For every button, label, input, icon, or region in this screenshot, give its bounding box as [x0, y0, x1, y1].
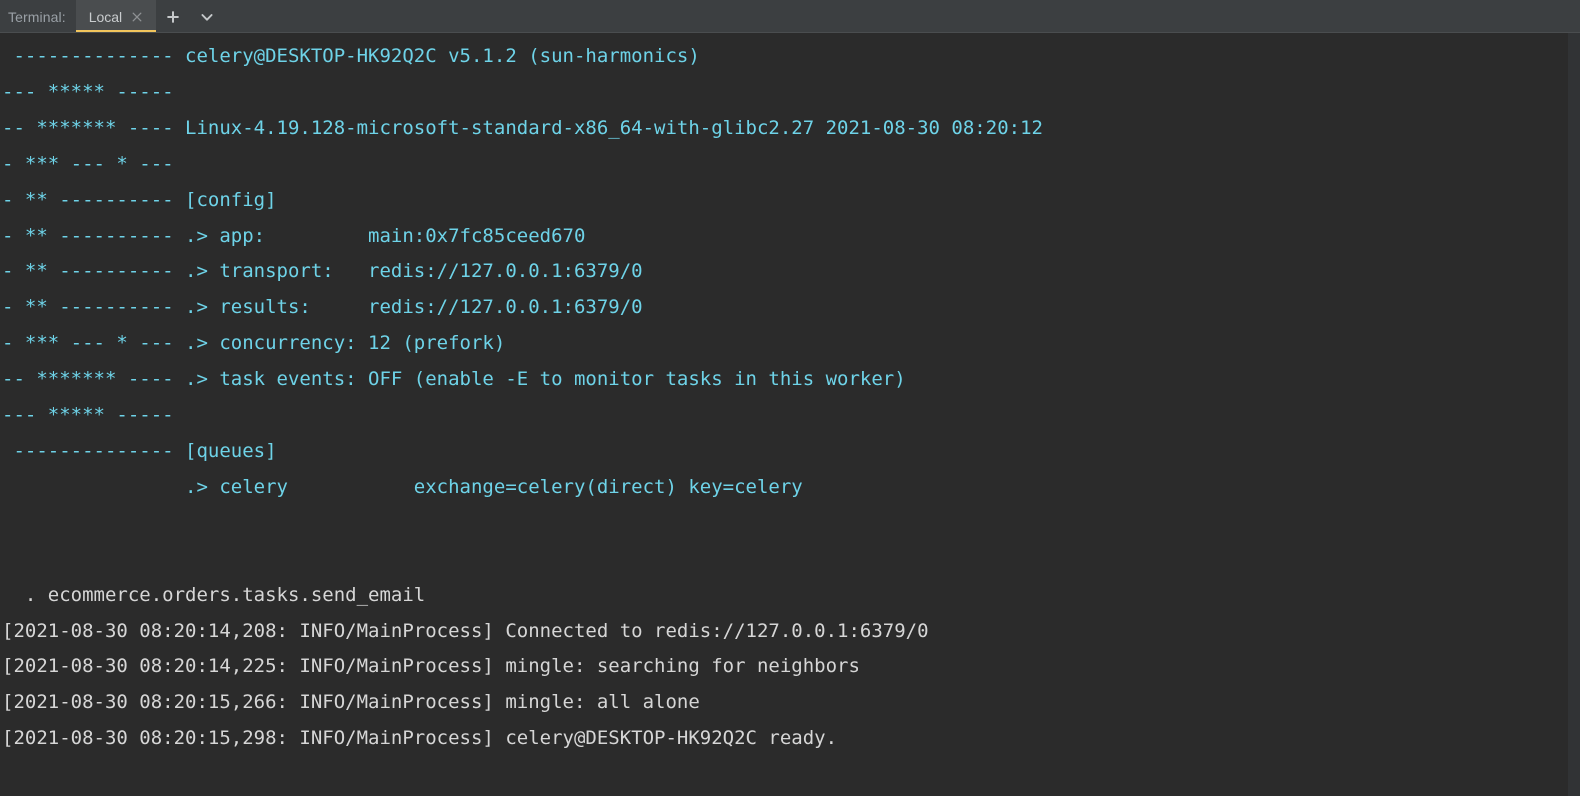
terminal-tab-local[interactable]: Local	[75, 0, 157, 33]
plus-icon	[165, 9, 181, 25]
terminal-line: [2021-08-30 08:20:14,208: INFO/MainProce…	[2, 619, 929, 642]
terminal-tool-window: Terminal: Local -------------- celery@DE…	[0, 0, 1580, 796]
terminal-line: [2021-08-30 08:20:14,225: INFO/MainProce…	[2, 655, 860, 678]
terminal-tab-label: Local	[88, 8, 123, 25]
terminal-line: .> celery exchange=celery(direct) key=ce…	[2, 475, 803, 498]
terminal-text-buffer[interactable]: -------------- celery@DESKTOP-HK92Q2C v5…	[0, 33, 1568, 757]
terminal-line: --- ***** -----	[2, 80, 174, 103]
terminal-tool-label: Terminal:	[8, 8, 66, 25]
terminal-header-bar: Terminal: Local	[0, 0, 1580, 33]
terminal-line: - ** ---------- [config]	[2, 188, 277, 211]
terminal-line: . ecommerce.orders.tasks.send_email	[2, 583, 426, 606]
terminal-line: [2021-08-30 08:20:15,298: INFO/MainProce…	[2, 727, 838, 750]
terminal-line: [2021-08-30 08:20:15,266: INFO/MainProce…	[2, 691, 700, 714]
terminal-line: - ** ---------- .> app: main:0x7fc85ceed…	[2, 224, 586, 247]
chevron-down-icon	[199, 9, 215, 25]
terminal-line: -------------- [queues]	[2, 439, 277, 462]
close-icon[interactable]	[131, 11, 143, 23]
terminal-options-button[interactable]	[190, 0, 224, 33]
terminal-line: -------------- celery@DESKTOP-HK92Q2C v5…	[2, 45, 700, 67]
terminal-scrollbar[interactable]	[1568, 33, 1580, 796]
terminal-line: - ** ---------- .> transport: redis://12…	[2, 260, 643, 283]
terminal-line: - *** --- * --- .> concurrency: 12 (pref…	[2, 332, 506, 355]
terminal-line: - ** ---------- .> results: redis://127.…	[2, 296, 643, 319]
new-terminal-tab-button[interactable]	[156, 0, 190, 33]
terminal-line: -- ******* ---- Linux-4.19.128-microsoft…	[2, 116, 1043, 139]
terminal-output-area[interactable]: -------------- celery@DESKTOP-HK92Q2C v5…	[0, 33, 1580, 796]
terminal-line: --- ***** -----	[2, 404, 174, 427]
terminal-line: - *** --- * ---	[2, 152, 174, 175]
terminal-line: -- ******* ---- .> task events: OFF (ena…	[2, 368, 906, 391]
